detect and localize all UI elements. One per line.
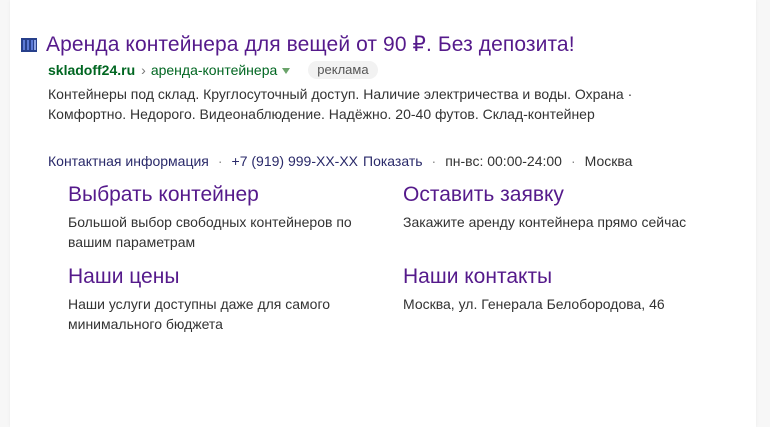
sitelink-leave-request: Оставить заявку Закажите аренду контейне… <box>403 182 723 232</box>
show-phone-link[interactable]: Показать <box>363 152 423 170</box>
phone-number: +7 (919) 999-XX-XX <box>231 153 359 169</box>
sitelink-title[interactable]: Оставить заявку <box>403 182 723 208</box>
contacts-separator: · <box>217 153 223 169</box>
sitelink-prices: Наши цены Наши услуги доступны даже для … <box>68 264 388 334</box>
ad-path-link[interactable]: аренда-контейнера <box>151 61 277 79</box>
ad-domain-link[interactable]: skladoff24.ru <box>48 61 135 79</box>
sitelink-title[interactable]: Наши цены <box>68 264 388 290</box>
sitelink-title[interactable]: Выбрать контейнер <box>68 182 388 208</box>
ad-title-link[interactable]: Аренда контейнера для вещей от 90 ₽. Без… <box>46 32 575 58</box>
url-separator: › <box>141 62 146 78</box>
working-hours: пн-вс: 00:00-24:00 <box>445 153 562 169</box>
ad-description: Контейнеры под склад. Круглосуточный дос… <box>48 86 633 122</box>
sitelink-contacts: Наши контакты Москва, ул. Генерала Белоб… <box>403 264 723 314</box>
sitelink-choose-container: Выбрать контейнер Большой выбор свободны… <box>68 182 388 252</box>
contacts-separator: · <box>570 153 576 169</box>
sitelink-description: Наши услуги доступны даже для самого мин… <box>68 296 331 332</box>
ad-url-row: skladoff24.ru › аренда-контейнера реклам… <box>48 61 378 79</box>
sitelink-title[interactable]: Наши контакты <box>403 264 723 290</box>
container-favicon-icon <box>20 36 38 54</box>
caret-down-icon[interactable] <box>282 68 291 74</box>
city-label: Москва <box>584 153 633 169</box>
contact-info-link[interactable]: Контактная информация <box>48 152 209 170</box>
sitelink-description: Большой выбор свободных контейнеров по в… <box>68 214 352 250</box>
ad-contacts-row: Контактная информация · +7 (919) 999-XX-… <box>48 152 632 170</box>
ad-badge: реклама <box>308 61 378 79</box>
sitelink-description: Закажите аренду контейнера прямо сейчас <box>403 214 687 230</box>
contacts-separator: · <box>431 153 437 169</box>
sitelink-description: Москва, ул. Генерала Белобородова, 46 <box>403 296 665 312</box>
ad-title-row: Аренда контейнера для вещей от 90 ₽. Без… <box>20 32 575 58</box>
ad-card: Аренда контейнера для вещей от 90 ₽. Без… <box>10 0 756 427</box>
